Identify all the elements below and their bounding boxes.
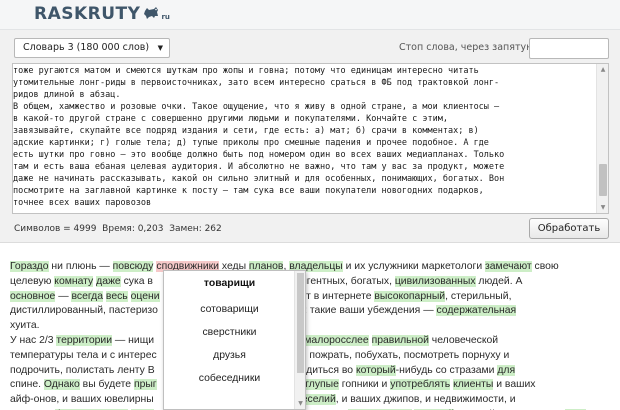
source-line: завязывайте, скупайте все подряд издания… bbox=[13, 126, 479, 136]
source-line: точнее всех ваших паровозов bbox=[13, 198, 152, 208]
replaced-word[interactable]: территории bbox=[56, 334, 113, 346]
output-text-run: и их услужники маркетологи bbox=[342, 261, 486, 272]
suggestions-scrollbar[interactable]: ▼ bbox=[294, 271, 305, 409]
source-line: утомительные лонг-риды в первоисточниках… bbox=[13, 78, 500, 88]
source-line: ридов длиной в абзац. bbox=[13, 90, 121, 100]
replaced-word[interactable]: содержательная bbox=[436, 305, 517, 317]
dropdown-arrow-icon: ▼ bbox=[157, 44, 163, 52]
scroll-down-arrow-icon[interactable]: ▼ bbox=[597, 202, 609, 213]
output-text: Гораздо ни плюнь — повсюду сподвижники х… bbox=[10, 260, 608, 410]
replaced-word[interactable]: комнату bbox=[54, 275, 94, 287]
source-line: там и есть ваша ебаная целевая аудитория… bbox=[13, 162, 505, 172]
replaced-word[interactable]: прыг bbox=[133, 379, 157, 391]
process-button[interactable]: Обработать bbox=[529, 218, 609, 239]
replaced-word[interactable]: глупые bbox=[305, 379, 339, 391]
replaced-word[interactable]: высокопарный bbox=[374, 290, 446, 302]
replaced-word[interactable]: для bbox=[497, 364, 516, 376]
replaced-word[interactable]: правильной bbox=[371, 334, 429, 346]
source-textarea[interactable]: тоже ругаются матом и смеются шуткам про… bbox=[12, 63, 609, 214]
replaced-word[interactable]: весь bbox=[105, 290, 128, 302]
input-panel: Словарь 3 (180 000 слов) ▼ Стоп слова, ч… bbox=[0, 30, 620, 242]
output-line: дистиллированный, пастеризо й я скажу: т… bbox=[10, 304, 608, 319]
output-text-run: и ваших bbox=[493, 379, 536, 391]
scrollbar-thumb[interactable] bbox=[599, 164, 607, 196]
replaced-word[interactable]: употреблять bbox=[390, 379, 451, 391]
output-area: Гораздо ни плюнь — повсюду сподвижники х… bbox=[0, 242, 620, 410]
synonym-suggestions-popup: товарищи сотоварищи сверстники друзья со… bbox=[163, 270, 306, 410]
output-line: айф-онов, и ваших ювелирны х ваших весел… bbox=[10, 393, 608, 408]
replaced-word[interactable]: малоросслее bbox=[304, 334, 369, 346]
app-window: RASKRUTY ru Словарь 3 (180 000 слов) ▼ С… bbox=[0, 0, 620, 410]
output-text-run: спине. bbox=[10, 379, 44, 391]
site-logo[interactable]: RASKRUTY ru bbox=[34, 4, 170, 26]
output-text-run: ни плюнь — bbox=[48, 261, 113, 272]
output-line: температуры тела и с интерес приматов: п… bbox=[10, 349, 608, 364]
output-text-run: температуры тела и с интерес bbox=[10, 349, 157, 361]
replaced-word[interactable]: оцени bbox=[130, 290, 160, 302]
scrollbar-thumb[interactable] bbox=[297, 273, 304, 373]
replaced-word[interactable]: Однако bbox=[43, 379, 80, 391]
site-header: RASKRUTY ru bbox=[0, 0, 620, 30]
output-line: основное — всегда весь оцени ата тратит … bbox=[10, 290, 608, 305]
replaced-word[interactable]: даже bbox=[96, 275, 121, 287]
output-text-run: сука в bbox=[120, 275, 153, 287]
cattle-icon bbox=[143, 5, 160, 24]
replaced-word[interactable]: основное bbox=[10, 290, 56, 302]
source-line: адские картинки; г) голые тела; д) тупые… bbox=[13, 138, 489, 148]
replaced-word[interactable]: цивилизованных bbox=[394, 275, 476, 287]
output-text-run: свою bbox=[531, 261, 559, 272]
source-line: тоже ругаются матом и смеются шуткам про… bbox=[13, 66, 479, 76]
output-line: целевую комнату даже сука в ы, интеллиге… bbox=[10, 275, 608, 290]
output-text-run: вы будете bbox=[79, 379, 134, 391]
stopwords-input[interactable] bbox=[529, 38, 609, 59]
dictionary-select[interactable]: Словарь 3 (180 000 слов) ▼ bbox=[14, 38, 170, 58]
logo-text: RASKRUTY bbox=[34, 4, 141, 24]
source-scrollbar[interactable]: ▲ ▼ bbox=[596, 64, 608, 213]
suggestion-item[interactable]: сотоварищи bbox=[164, 298, 295, 321]
logo-suffix: ru bbox=[161, 13, 170, 21]
replaced-word[interactable]: который bbox=[355, 364, 396, 376]
output-text-run: дистиллированный, пастеризо bbox=[10, 305, 158, 317]
suggestion-item[interactable]: друзья bbox=[164, 344, 295, 367]
output-text-run: целевую bbox=[10, 275, 55, 287]
output-line: хуита. bbox=[10, 319, 608, 334]
output-text-run: , стерильный, bbox=[445, 290, 512, 302]
source-line: посмотрите на заглавной картинке к посту… bbox=[13, 186, 484, 196]
output-line: подрочить, полистать ленту В тубе, наряд… bbox=[10, 364, 608, 379]
replaced-word[interactable]: клиенты bbox=[453, 379, 494, 391]
output-text-run: человеческой bbox=[428, 334, 499, 346]
output-text-run: — bbox=[55, 290, 72, 302]
source-line: в какой-то другой стране с совершенно др… bbox=[13, 114, 448, 124]
replaced-word[interactable]: Гораздо bbox=[10, 261, 49, 272]
suggestion-item[interactable]: товарищи bbox=[164, 272, 295, 295]
stopwords-label: Стоп слова, через запятую: bbox=[399, 42, 538, 53]
output-text-run: У нас 2/3 bbox=[10, 334, 57, 346]
output-text-run: хуита. bbox=[10, 320, 40, 332]
suggestion-item[interactable]: собеседники bbox=[164, 367, 295, 390]
replaced-word[interactable]: замечают bbox=[485, 261, 532, 272]
dictionary-select-value: Словарь 3 (180 000 слов) bbox=[23, 42, 150, 53]
scroll-down-arrow-icon[interactable]: ▼ bbox=[295, 399, 306, 409]
output-line: Гораздо ни плюнь — повсюду сподвижники х… bbox=[10, 260, 608, 275]
output-line: У нас 2/3 территории — нищи итах, с IQ м… bbox=[10, 334, 608, 349]
output-line: спине. Однако вы будете прыг бродские гл… bbox=[10, 378, 608, 393]
output-text-run: , и ваших джипов, и недвижимости, и bbox=[335, 394, 516, 406]
output-text-run: -нибудь со стразами bbox=[395, 364, 498, 376]
scroll-up-arrow-icon[interactable]: ▲ bbox=[597, 64, 609, 75]
source-text: тоже ругаются матом и смеются шуткам про… bbox=[13, 64, 597, 213]
output-text-run: — нищи bbox=[112, 334, 155, 346]
replaced-word[interactable]: повсюду bbox=[112, 261, 154, 272]
source-line: В общем, хамжество и розовые очки. Такое… bbox=[13, 102, 500, 112]
replaced-word[interactable]: всегда bbox=[71, 290, 104, 302]
source-line: даже не начинать рассказывать, какой он … bbox=[13, 174, 505, 184]
output-text-run: айф-онов, и ваших ювелирны bbox=[10, 394, 154, 406]
stats-line: Символов = 4999 Время: 0,203 Замен: 262 bbox=[14, 224, 222, 234]
output-text-run: подрочить, полистать ленту В bbox=[10, 364, 155, 376]
source-line: есть шутки про говно — это вообще должно… bbox=[13, 150, 505, 160]
suggestion-item[interactable]: сверстники bbox=[164, 321, 295, 344]
output-text-run: гопники и bbox=[338, 379, 391, 391]
output-text-run: людей. А bbox=[475, 275, 523, 287]
